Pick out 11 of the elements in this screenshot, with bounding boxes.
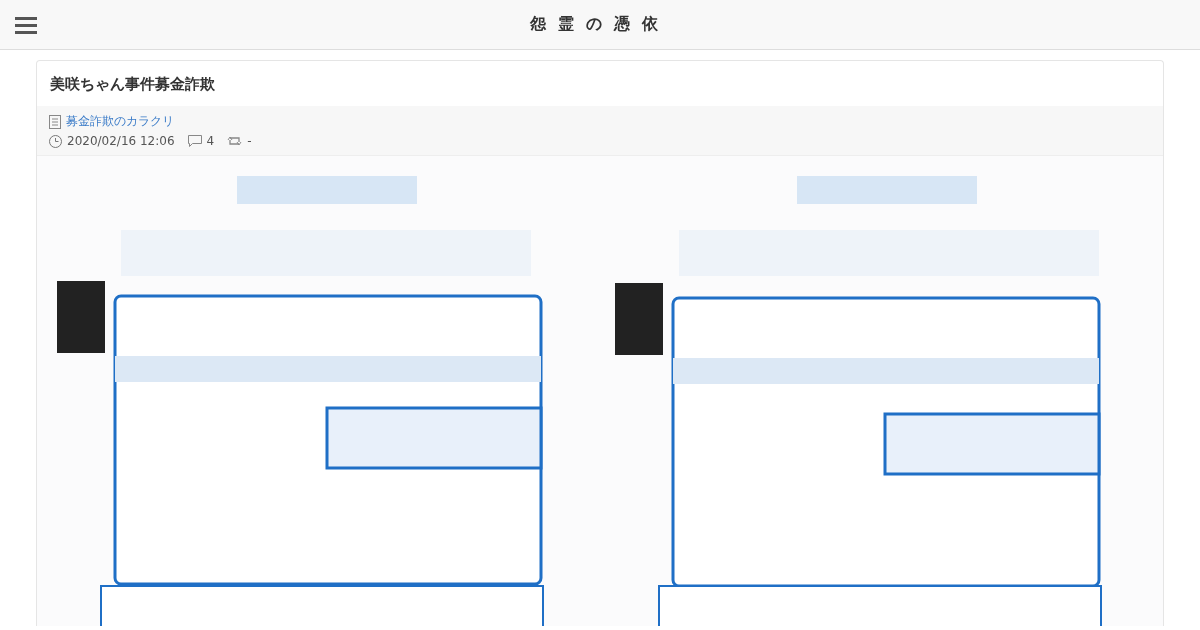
category-link[interactable]: 募金詐欺のカラクリ (66, 113, 174, 130)
share-count: - (247, 134, 252, 148)
comment-icon (187, 135, 202, 147)
comment-count[interactable]: 4 (206, 134, 215, 148)
clock-icon (49, 134, 62, 148)
site-title[interactable]: 怨霊の憑依 (530, 14, 670, 35)
menu-icon[interactable] (15, 16, 37, 34)
repeat-icon (227, 135, 243, 147)
post-title: 美咲ちゃん事件募金詐欺 (49, 74, 216, 95)
document-icon (49, 114, 61, 129)
post-date: 2020/02/16 12:06 (67, 134, 175, 148)
